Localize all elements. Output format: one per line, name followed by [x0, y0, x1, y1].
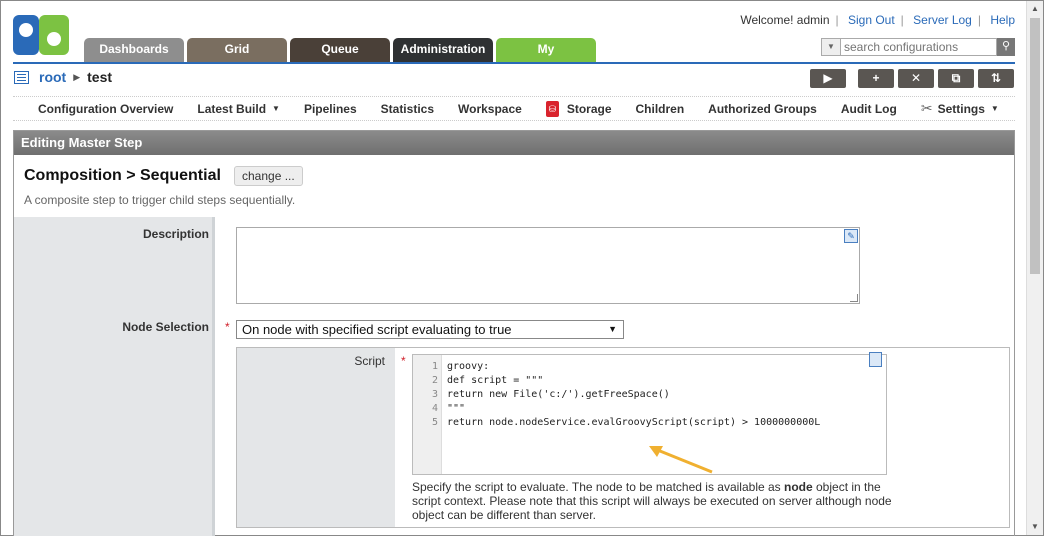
- chevron-down-icon: ▼: [608, 324, 617, 334]
- plus-icon: +: [872, 71, 880, 85]
- menu-configuration-overview[interactable]: Configuration Overview: [13, 102, 185, 116]
- description-field[interactable]: ✎: [236, 227, 860, 304]
- script-help-text: Specify the script to evaluate. The node…: [412, 480, 892, 522]
- menu-authorized-groups[interactable]: Authorized Groups: [696, 102, 829, 116]
- menu-statistics[interactable]: Statistics: [369, 102, 446, 116]
- vertical-scrollbar[interactable]: ▲ ▼: [1026, 1, 1043, 535]
- sign-out-link[interactable]: Sign Out: [848, 13, 895, 27]
- resize-handle[interactable]: [850, 294, 858, 302]
- search-bar: ▼ ⚲: [821, 38, 1015, 56]
- code-expand-icon[interactable]: [869, 352, 882, 367]
- action-toolbar: ▶ + ✕ ⧉ ⇅: [806, 69, 1014, 88]
- required-icon: *: [225, 320, 230, 334]
- script-section: Script * 1 groovy: 2 def script = """ 3 ret…: [236, 347, 1010, 528]
- user-links: Welcome! admin | Sign Out | Server Log | He…: [740, 13, 1015, 27]
- help-link[interactable]: Help: [990, 13, 1015, 27]
- menu-pipelines[interactable]: Pipelines: [292, 102, 369, 116]
- copy-icon: ⧉: [951, 71, 961, 85]
- node-selection-select[interactable]: On node with specified script evaluating…: [236, 320, 624, 339]
- close-icon: ✕: [910, 71, 922, 85]
- tab-dashboards[interactable]: Dashboards: [84, 38, 184, 62]
- play-icon: ▶: [823, 71, 833, 85]
- scroll-down-icon[interactable]: ▼: [1027, 519, 1043, 535]
- breadcrumb-leaf: test: [87, 69, 113, 85]
- menu-audit-log[interactable]: Audit Log: [829, 102, 909, 116]
- edit-icon[interactable]: ✎: [844, 229, 858, 243]
- script-label: Script: [354, 354, 385, 368]
- tab-queue[interactable]: Queue: [290, 38, 390, 62]
- add-button[interactable]: +: [858, 69, 894, 88]
- form-label-column: [14, 217, 215, 536]
- menu-workspace[interactable]: Workspace: [446, 102, 534, 116]
- chevron-right-icon: ▶: [73, 71, 81, 82]
- breadcrumb-root[interactable]: root: [39, 69, 66, 85]
- menu-storage[interactable]: ⛁ Storage: [534, 100, 624, 117]
- panel-header: Editing Master Step: [14, 131, 1014, 155]
- menu-latest-build[interactable]: Latest Build ▼: [185, 102, 292, 116]
- search-dropdown-icon[interactable]: ▼: [821, 38, 841, 56]
- main-tabs: Dashboards Grid Queue Administration My: [84, 38, 599, 62]
- description-label: Description: [142, 227, 209, 241]
- annotation-arrow-icon: [649, 446, 713, 474]
- copy-button[interactable]: ⧉: [938, 69, 974, 88]
- scroll-thumb[interactable]: [1030, 18, 1040, 274]
- step-type-title: Composition > Sequential: [24, 167, 221, 184]
- header-divider: [13, 62, 1015, 64]
- storage-icon: ⛁: [545, 100, 559, 117]
- server-log-link[interactable]: Server Log: [913, 13, 972, 27]
- breadcrumb: root ▶ test: [14, 69, 112, 85]
- delete-button[interactable]: ✕: [898, 69, 934, 88]
- sort-button[interactable]: ⇅: [978, 69, 1014, 88]
- change-button[interactable]: change ...: [234, 166, 303, 186]
- menu-children[interactable]: Children: [624, 102, 697, 116]
- run-button[interactable]: ▶: [810, 69, 846, 88]
- tab-administration[interactable]: Administration: [393, 38, 493, 62]
- tab-my[interactable]: My: [496, 38, 596, 62]
- required-icon: *: [401, 354, 406, 368]
- node-selection-label: Node Selection: [122, 320, 209, 334]
- list-icon[interactable]: [14, 70, 29, 84]
- search-icon[interactable]: ⚲: [997, 38, 1015, 56]
- welcome-text: Welcome! admin: [740, 13, 830, 27]
- search-input[interactable]: [841, 38, 997, 56]
- quickbuild-logo[interactable]: [13, 15, 69, 55]
- menu-settings[interactable]: ✂ Settings ▼: [909, 100, 1011, 117]
- script-label-area: [237, 348, 395, 527]
- step-type-description: A composite step to trigger child steps …: [24, 193, 296, 207]
- chevron-down-icon: ▼: [272, 104, 280, 113]
- configuration-menu: Configuration Overview Latest Build ▼ Pip…: [13, 96, 1015, 121]
- sort-icon: ⇅: [990, 71, 1002, 85]
- edit-step-panel: Editing Master Step Composition > Sequen…: [13, 130, 1015, 536]
- tools-icon: ✂: [920, 100, 933, 116]
- chevron-down-icon: ▼: [990, 104, 999, 113]
- tab-grid[interactable]: Grid: [187, 38, 287, 62]
- scroll-up-icon[interactable]: ▲: [1027, 1, 1043, 17]
